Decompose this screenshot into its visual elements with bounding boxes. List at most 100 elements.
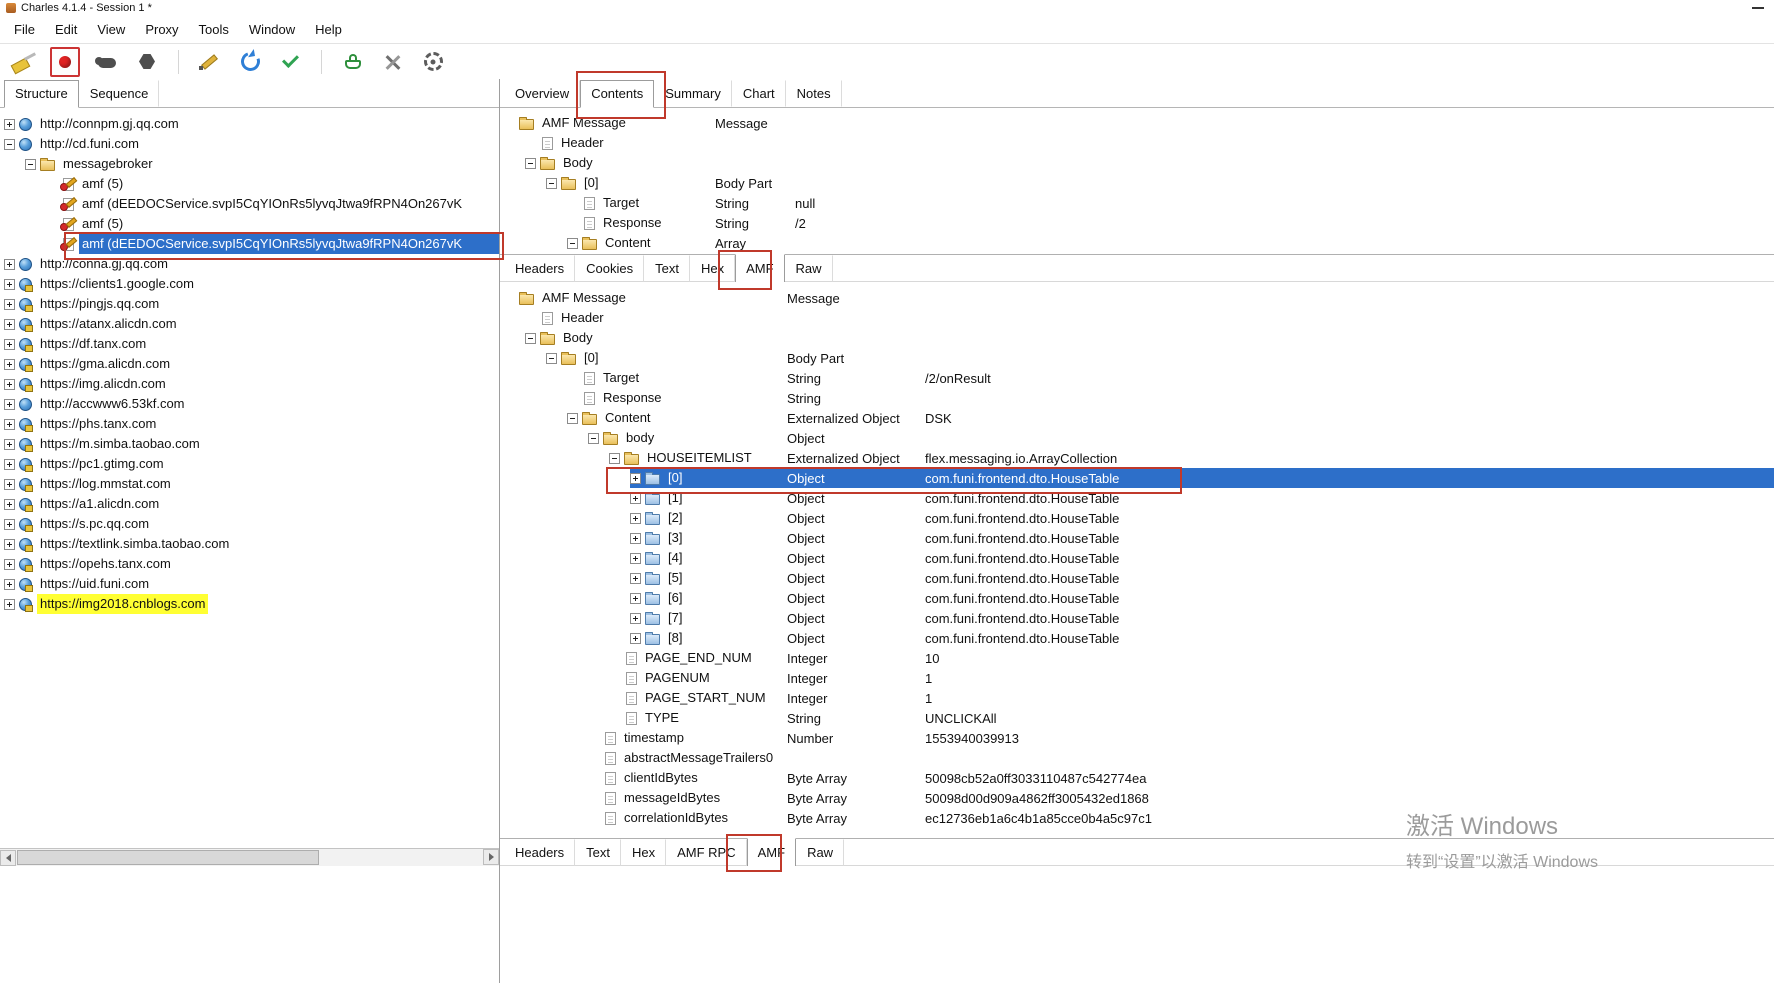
tree-row[interactable]: Body <box>500 328 1774 348</box>
tree-row[interactable]: https://df.tanx.com <box>0 334 499 354</box>
response-tab-headers[interactable]: Headers <box>504 839 576 866</box>
tree-row[interactable]: https://gma.alicdn.com <box>0 354 499 374</box>
tree-row[interactable]: amf (5) <box>0 174 499 194</box>
expand-toggle[interactable] <box>4 558 15 570</box>
expand-toggle[interactable] <box>630 572 641 584</box>
request-tab-hex[interactable]: Hex <box>690 255 736 282</box>
response-tab-text[interactable]: Text <box>575 839 621 866</box>
detail-tab-overview[interactable]: Overview <box>504 80 581 107</box>
scrollbar-thumb[interactable] <box>17 850 319 865</box>
tree-row[interactable]: PAGENUM Integer 1 <box>500 668 1774 688</box>
tools-wrench-icon[interactable] <box>380 49 406 75</box>
expand-toggle[interactable] <box>4 398 15 410</box>
tree-row[interactable]: https://log.mmstat.com <box>0 474 499 494</box>
tree-row[interactable]: messageIdBytes Byte Array 50098d00d909a486… <box>500 788 1774 808</box>
menu-help[interactable]: Help <box>305 17 352 42</box>
tree-row[interactable]: Target String/2/onResult <box>500 368 1774 388</box>
expand-toggle[interactable] <box>4 138 15 150</box>
tree-row[interactable]: HOUSEITEMLIST Externalized Object flex.mes… <box>500 448 1774 468</box>
expand-toggle[interactable] <box>630 532 641 544</box>
expand-toggle[interactable] <box>630 492 641 504</box>
tree-row[interactable]: https://atanx.alicdn.com <box>0 314 499 334</box>
tree-row[interactable]: [0] Body Part <box>500 173 1774 193</box>
minimize-button[interactable] <box>1752 7 1764 9</box>
tree-row[interactable]: https://opehs.tanx.com <box>0 554 499 574</box>
expand-toggle[interactable] <box>4 478 15 490</box>
tree-row[interactable]: http://cd.funi.com <box>0 134 499 154</box>
expand-toggle[interactable] <box>609 452 620 464</box>
tree-row[interactable]: [8] Object com.funi.frontend.dto.HouseTabl… <box>500 628 1774 648</box>
menu-proxy[interactable]: Proxy <box>135 17 188 42</box>
request-tab-text[interactable]: Text <box>644 255 690 282</box>
breakpoints-icon[interactable] <box>134 49 160 75</box>
tree-row[interactable]: Header <box>500 308 1774 328</box>
tree-row[interactable]: Content Array <box>500 233 1774 253</box>
tree-row[interactable]: http://accwww6.53kf.com <box>0 394 499 414</box>
response-tab-amf[interactable]: AMF <box>746 838 797 867</box>
repeat-icon[interactable] <box>237 49 263 75</box>
left-tab-sequence[interactable]: Sequence <box>79 80 160 107</box>
expand-toggle[interactable] <box>4 438 15 450</box>
response-tab-amf-rpc[interactable]: AMF RPC <box>666 839 747 866</box>
expand-toggle[interactable] <box>630 592 641 604</box>
expand-toggle[interactable] <box>546 352 557 364</box>
settings-gear-icon[interactable] <box>420 49 446 75</box>
expand-toggle[interactable] <box>4 298 15 310</box>
record-button[interactable] <box>50 46 80 77</box>
clear-session-icon[interactable] <box>10 49 36 75</box>
menu-tools[interactable]: Tools <box>189 17 239 42</box>
tree-row[interactable]: Body <box>500 153 1774 173</box>
tree-row[interactable]: messagebroker <box>0 154 499 174</box>
request-tab-amf[interactable]: AMF <box>735 254 785 283</box>
expand-toggle[interactable] <box>567 412 578 424</box>
tree-row[interactable]: http://conna.gj.qq.com <box>0 254 499 274</box>
tree-row[interactable]: https://clients1.google.com <box>0 274 499 294</box>
expand-toggle[interactable] <box>630 512 641 524</box>
response-tab-raw[interactable]: Raw <box>796 839 845 866</box>
expand-toggle[interactable] <box>588 432 599 444</box>
detail-tab-notes[interactable]: Notes <box>786 80 842 107</box>
expand-toggle[interactable] <box>4 578 15 590</box>
tree-row[interactable]: https://textlink.simba.taobao.com <box>0 534 499 554</box>
expand-toggle[interactable] <box>4 498 15 510</box>
expand-toggle[interactable] <box>4 318 15 330</box>
tree-row[interactable]: https://m.simba.taobao.com <box>0 434 499 454</box>
tree-row[interactable]: https://a1.alicdn.com <box>0 494 499 514</box>
tree-row[interactable]: Response String/2 <box>500 213 1774 233</box>
tree-row[interactable]: https://uid.funi.com <box>0 574 499 594</box>
scroll-right-button[interactable] <box>483 849 499 865</box>
tree-row[interactable]: body Object <box>500 428 1774 448</box>
tree-row[interactable]: [2] Object com.funi.frontend.dto.HouseTabl… <box>500 508 1774 528</box>
tree-row[interactable]: PAGE_START_NUM Integer 1 <box>500 688 1774 708</box>
tree-row[interactable]: amf (dEEDOCService.svpI5CqYIOnRs5lyvqJtw… <box>0 234 499 254</box>
throttle-icon[interactable] <box>94 49 120 75</box>
expand-toggle[interactable] <box>630 552 641 564</box>
compose-icon[interactable] <box>197 49 223 75</box>
expand-toggle[interactable] <box>525 332 536 344</box>
menu-edit[interactable]: Edit <box>45 17 87 42</box>
detail-tab-chart[interactable]: Chart <box>732 80 786 107</box>
expand-toggle[interactable] <box>630 632 641 644</box>
tree-row[interactable]: https://phs.tanx.com <box>0 414 499 434</box>
expand-toggle[interactable] <box>630 472 641 484</box>
detail-tab-summary[interactable]: Summary <box>654 80 732 107</box>
tree-row[interactable]: Response String <box>500 388 1774 408</box>
expand-toggle[interactable] <box>4 118 15 130</box>
tree-row[interactable]: amf (dEEDOCService.svpI5CqYIOnRs5lyvqJtw… <box>0 194 499 214</box>
tree-row[interactable]: amf (5) <box>0 214 499 234</box>
tree-row[interactable]: Header <box>500 133 1774 153</box>
tree-row[interactable]: [0] Body Part <box>500 348 1774 368</box>
expand-toggle[interactable] <box>546 177 557 189</box>
tree-row[interactable]: https://s.pc.qq.com <box>0 514 499 534</box>
tree-row[interactable]: clientIdBytes Byte Array 50098cb52a0ff3033… <box>500 768 1774 788</box>
tree-row[interactable]: https://img2018.cnblogs.com <box>0 594 499 614</box>
tree-row[interactable]: [0] Object com.funi.frontend.dto.HouseTabl… <box>500 468 1774 488</box>
menu-window[interactable]: Window <box>239 17 305 42</box>
tree-row[interactable]: AMF Message Message <box>500 288 1774 308</box>
horizontal-scrollbar[interactable] <box>0 848 499 866</box>
validate-icon[interactable] <box>277 49 303 75</box>
request-tab-raw[interactable]: Raw <box>785 255 833 282</box>
response-tab-hex[interactable]: Hex <box>621 839 667 866</box>
expand-toggle[interactable] <box>4 518 15 530</box>
expand-toggle[interactable] <box>4 358 15 370</box>
